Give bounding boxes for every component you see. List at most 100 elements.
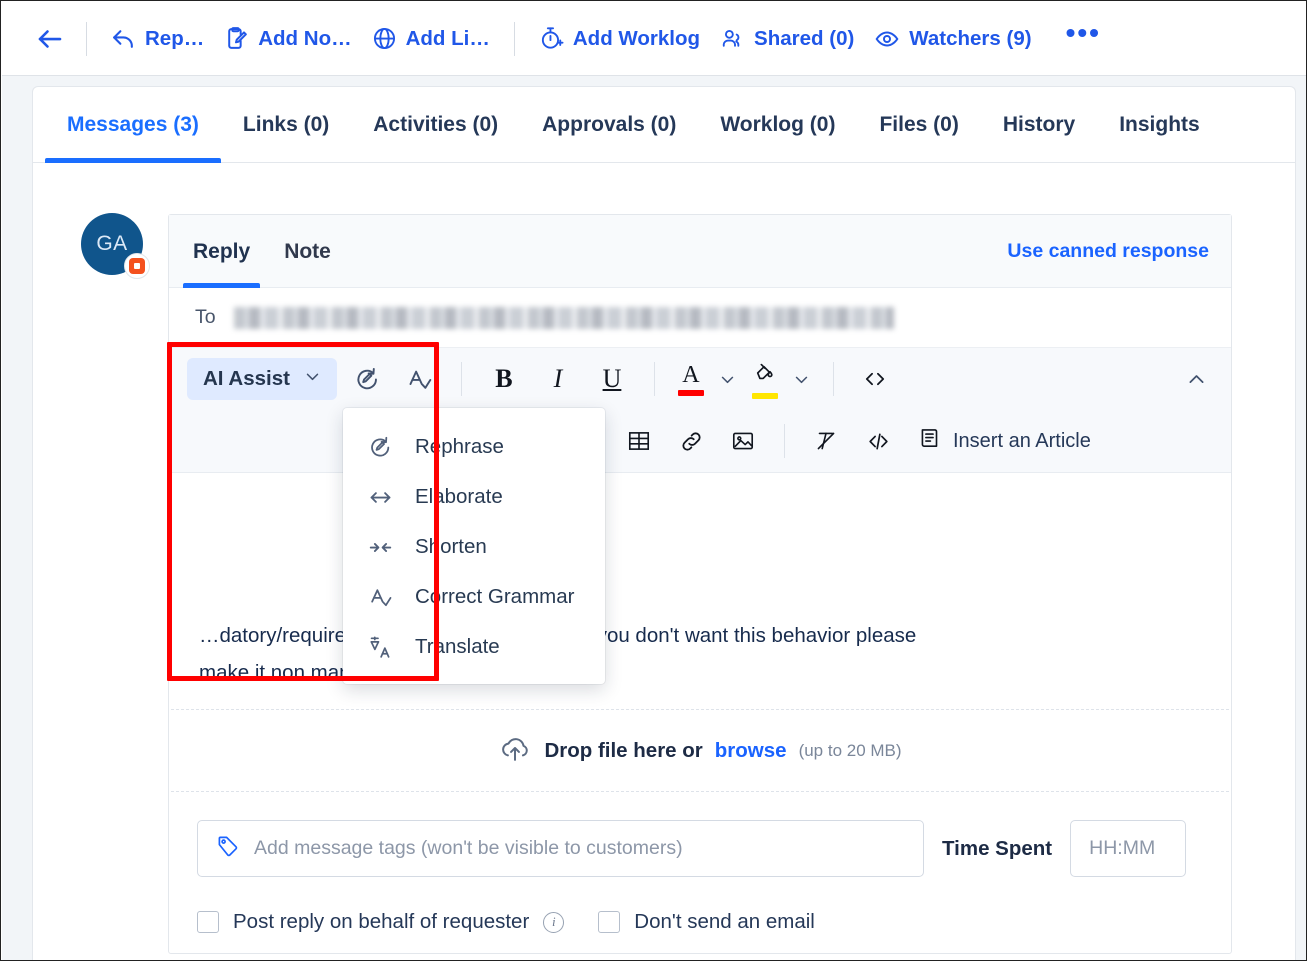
checkbox-dont-send-email-label: Don't send an email bbox=[634, 910, 815, 933]
tab-history[interactable]: History bbox=[981, 87, 1097, 163]
correct-grammar-button[interactable] bbox=[395, 356, 445, 402]
checkbox-post-on-behalf[interactable]: Post reply on behalf of requester i bbox=[197, 910, 565, 934]
info-icon[interactable]: i bbox=[543, 911, 565, 933]
reply-action-label: Rep… bbox=[145, 26, 205, 50]
ai-menu-item-rephrase[interactable]: Rephrase bbox=[343, 422, 605, 472]
avatar: GA bbox=[81, 213, 150, 279]
composer-tab-note[interactable]: Note bbox=[274, 215, 341, 288]
font-color-swatch bbox=[677, 389, 704, 396]
insert-article-label: Insert an Article bbox=[953, 429, 1091, 452]
highlight-color-dropdown[interactable] bbox=[787, 371, 817, 388]
correct-grammar-icon bbox=[367, 585, 393, 610]
highlight-color-button[interactable] bbox=[745, 356, 785, 402]
highlight-color-swatch bbox=[751, 392, 778, 399]
add-link-action[interactable]: Add Li… bbox=[362, 20, 500, 57]
ai-menu-item-correct-grammar-label: Correct Grammar bbox=[415, 585, 575, 608]
translate-icon bbox=[367, 635, 393, 660]
font-color-dropdown[interactable] bbox=[713, 371, 743, 388]
composer-tab-reply[interactable]: Reply bbox=[183, 215, 261, 288]
file-dropzone[interactable]: Drop file here or browse (up to 20 MB) bbox=[171, 709, 1229, 792]
add-note-action[interactable]: Add No… bbox=[214, 20, 361, 57]
to-recipient-value-redacted[interactable] bbox=[233, 306, 894, 329]
tab-messages-label: Messages (3) bbox=[67, 112, 199, 136]
angle-brackets-icon bbox=[865, 372, 885, 386]
ai-menu-item-correct-grammar[interactable]: Correct Grammar bbox=[343, 572, 605, 622]
app-window: Rep… Add No… Add Li… Add Worklog Shared … bbox=[0, 0, 1307, 961]
checkbox-box[interactable] bbox=[197, 911, 219, 933]
more-actions-button[interactable]: ••• bbox=[1066, 17, 1101, 61]
toolbar-divider-4 bbox=[653, 362, 655, 396]
message-tags-input[interactable]: Add message tags (won't be visible to cu… bbox=[197, 820, 924, 877]
watchers-action[interactable]: Watchers (9) bbox=[864, 20, 1041, 58]
arrow-left-icon bbox=[38, 29, 62, 48]
image-icon bbox=[732, 432, 754, 450]
watchers-label: Watchers (9) bbox=[909, 26, 1032, 50]
app-badge-icon bbox=[124, 253, 150, 279]
back-button[interactable] bbox=[28, 17, 72, 61]
toolbar-divider-3 bbox=[460, 362, 462, 396]
rephrase-button[interactable] bbox=[343, 356, 393, 402]
time-spent-label: Time Spent bbox=[942, 836, 1053, 860]
ai-menu-item-elaborate-label: Elaborate bbox=[415, 485, 503, 508]
add-worklog-action[interactable]: Add Worklog bbox=[529, 20, 710, 57]
composer-tab-reply-label: Reply bbox=[193, 239, 251, 263]
checkbox-post-on-behalf-label: Post reply on behalf of requester bbox=[233, 910, 530, 933]
message-tags-placeholder: Add message tags (won't be visible to cu… bbox=[254, 837, 683, 859]
tab-activities-label: Activities (0) bbox=[373, 112, 499, 136]
link-icon bbox=[681, 431, 701, 451]
rephrase-icon bbox=[357, 367, 378, 389]
collapse-toolbar-button[interactable] bbox=[1171, 356, 1221, 402]
underline-button[interactable]: U bbox=[586, 356, 638, 402]
use-canned-response-link[interactable]: Use canned response bbox=[1007, 240, 1209, 263]
chevron-down-icon bbox=[722, 376, 734, 383]
insert-link-button[interactable] bbox=[666, 418, 716, 464]
add-worklog-label: Add Worklog bbox=[572, 26, 701, 50]
italic-button[interactable]: I bbox=[532, 356, 584, 402]
add-note-icon bbox=[224, 26, 249, 51]
ticket-tabs: Messages (3) Links (0) Activities (0) Ap… bbox=[33, 87, 1295, 163]
ai-menu-item-elaborate[interactable]: Elaborate bbox=[343, 472, 605, 522]
insert-image-button[interactable] bbox=[718, 418, 768, 464]
font-color-button[interactable]: A bbox=[671, 356, 711, 402]
clear-formatting-button[interactable] bbox=[801, 418, 851, 464]
insert-table-button[interactable] bbox=[614, 418, 664, 464]
ai-menu-item-translate[interactable]: Translate bbox=[343, 622, 605, 672]
globe-icon bbox=[372, 26, 397, 51]
ai-menu-item-shorten[interactable]: Shorten bbox=[343, 522, 605, 572]
tab-links-label: Links (0) bbox=[242, 112, 330, 136]
composer-tab-note-label: Note bbox=[284, 239, 331, 263]
dropzone-text: Drop file here or bbox=[544, 738, 703, 762]
toolbar-divider-5 bbox=[832, 362, 834, 396]
time-spent-input[interactable]: HH:MM bbox=[1070, 820, 1187, 877]
tab-approvals-label: Approvals (0) bbox=[542, 112, 677, 136]
tab-files[interactable]: Files (0) bbox=[857, 87, 980, 163]
tab-insights[interactable]: Insights bbox=[1097, 87, 1222, 163]
tab-files-label: Files (0) bbox=[879, 112, 959, 136]
clear-format-icon bbox=[817, 432, 835, 450]
reply-composer: Reply Note Use canned response To AI Ass… bbox=[168, 214, 1232, 954]
ai-assist-label: AI Assist bbox=[203, 367, 290, 390]
reply-action[interactable]: Rep… bbox=[101, 20, 214, 57]
source-code-button[interactable] bbox=[853, 418, 903, 464]
bold-button[interactable]: B bbox=[478, 356, 530, 402]
tab-approvals[interactable]: Approvals (0) bbox=[520, 87, 698, 163]
toolbar-divider-7 bbox=[784, 424, 785, 458]
browse-link[interactable]: browse bbox=[715, 739, 787, 763]
rich-text-toolbar: AI Assist B I U A Insert an Article Reph… bbox=[169, 348, 1231, 684]
message-editor-body[interactable]: …datory/required, user has to select Yes… bbox=[169, 473, 1231, 709]
checkbox-dont-send-email[interactable]: Don't send an email bbox=[598, 910, 815, 934]
tab-links[interactable]: Links (0) bbox=[221, 87, 351, 163]
tab-messages[interactable]: Messages (3) bbox=[45, 87, 221, 163]
shared-action[interactable]: Shared (0) bbox=[710, 20, 864, 57]
ai-assist-button[interactable]: AI Assist bbox=[187, 358, 337, 400]
cloud-upload-icon bbox=[498, 731, 532, 770]
code-button[interactable] bbox=[850, 356, 900, 402]
ai-menu-item-shorten-label: Shorten bbox=[415, 535, 487, 558]
reply-icon bbox=[111, 26, 136, 51]
font-color-glyph: A bbox=[682, 361, 700, 388]
people-icon bbox=[720, 26, 745, 51]
tab-worklog[interactable]: Worklog (0) bbox=[698, 87, 857, 163]
checkbox-box[interactable] bbox=[598, 911, 621, 933]
tab-activities[interactable]: Activities (0) bbox=[351, 87, 520, 163]
insert-article-button[interactable]: Insert an Article bbox=[905, 418, 1103, 464]
